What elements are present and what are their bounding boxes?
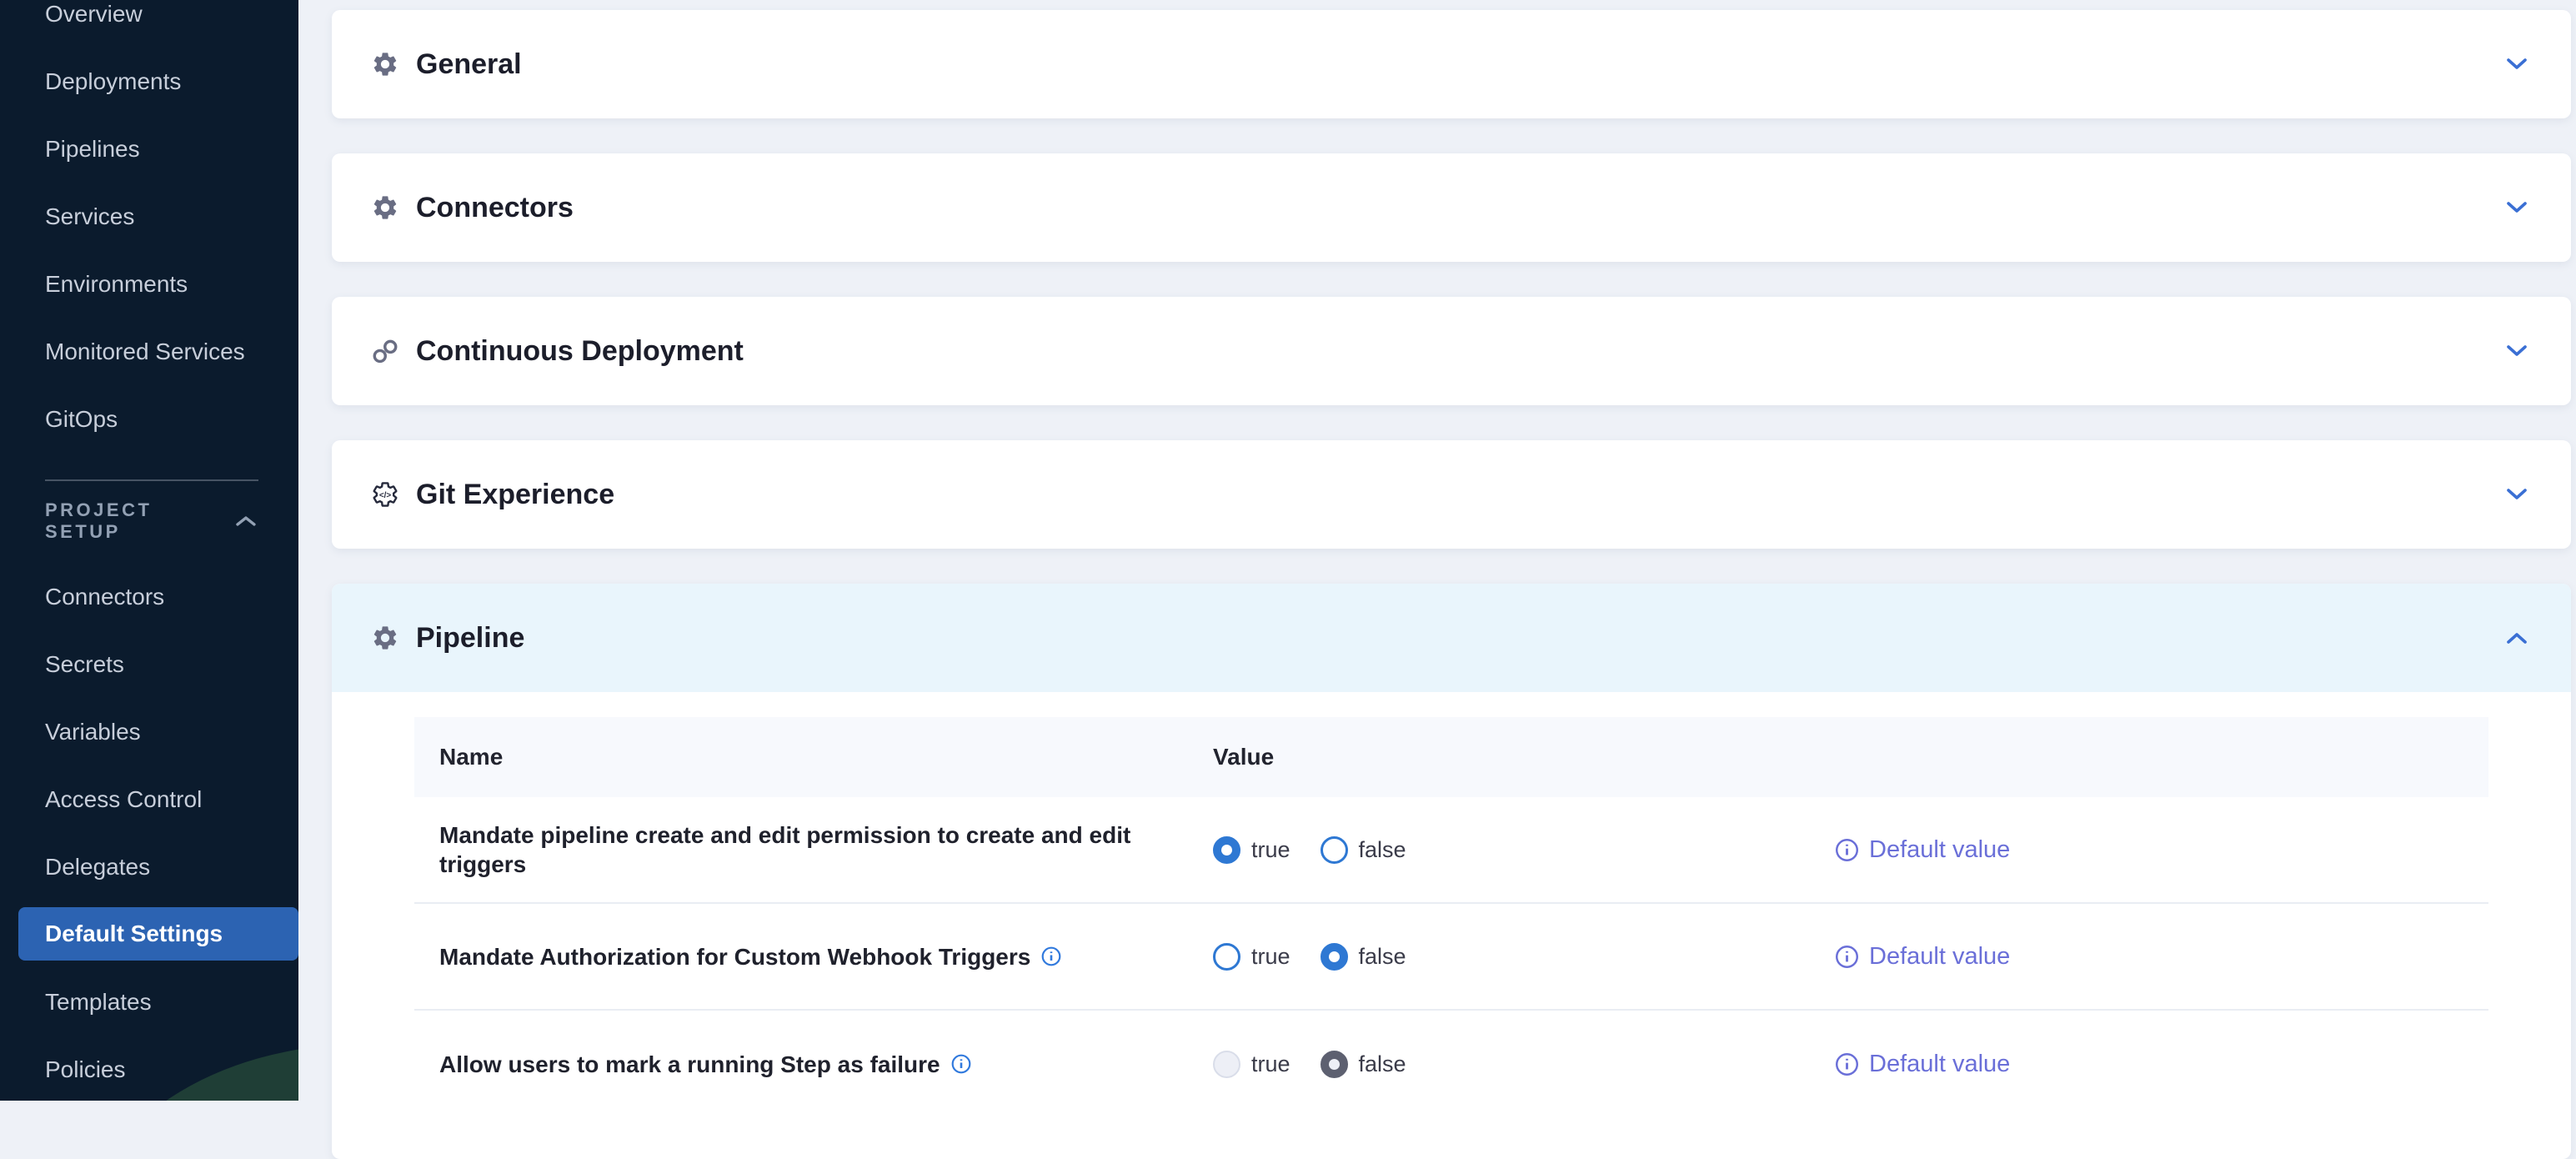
column-header-name: Name: [439, 744, 1213, 770]
chevron-up-icon[interactable]: [2506, 631, 2528, 645]
section-title: Pipeline: [416, 622, 524, 655]
sidebar-top-nav: Overview Deployments Pipelines Services …: [0, 0, 298, 453]
info-icon: [1834, 944, 1860, 970]
radio-true-label: true: [1251, 944, 1291, 970]
sidebar-item-variables[interactable]: Variables: [0, 698, 298, 765]
project-setup-group-toggle[interactable]: PROJECT SETUP: [0, 501, 298, 541]
sidebar-item-delegates[interactable]: Delegates: [0, 833, 298, 901]
radio-true-label: true: [1251, 837, 1291, 863]
default-value-text: Default value: [1869, 1051, 2010, 1078]
radio-true[interactable]: [1213, 1051, 1240, 1078]
pipeline-settings-table: Name Value Mandate pipeline create and e…: [414, 717, 2488, 1117]
radio-false-label: false: [1359, 944, 1406, 970]
sidebar-item-templates[interactable]: Templates: [0, 968, 298, 1036]
table-header-row: Name Value: [414, 717, 2488, 797]
info-icon[interactable]: [950, 1053, 972, 1075]
section-git-experience-header[interactable]: </> Git Experience: [332, 440, 2571, 549]
section-continuous-deployment: Continuous Deployment: [332, 297, 2571, 405]
gear-icon: [371, 50, 399, 78]
radio-group: true false: [1213, 1051, 1834, 1078]
setting-name: Allow users to mark a running Step as fa…: [439, 1050, 940, 1079]
sidebar-item-gitops[interactable]: GitOps: [0, 385, 298, 453]
section-title: Git Experience: [416, 479, 614, 511]
sidebar-item-default-settings[interactable]: Default Settings: [18, 907, 298, 961]
default-value-text: Default value: [1869, 836, 2010, 864]
section-title: General: [416, 48, 522, 81]
setting-name: Mandate pipeline create and edit permiss…: [439, 820, 1188, 879]
table-row: Mandate pipeline create and edit permiss…: [414, 797, 2488, 904]
sidebar-item-overview[interactable]: Overview: [0, 0, 298, 48]
column-header-value: Value: [1213, 744, 2488, 770]
section-title: Connectors: [416, 192, 574, 224]
default-value-link[interactable]: Default value: [1834, 943, 2488, 971]
sidebar-item-access-control[interactable]: Access Control: [0, 765, 298, 833]
sidebar: Overview Deployments Pipelines Services …: [0, 0, 298, 1101]
section-pipeline: Pipeline Name Value Mandate pipeline cre…: [332, 584, 2571, 1159]
radio-false-label: false: [1359, 1051, 1406, 1077]
radio-false[interactable]: [1321, 1051, 1348, 1078]
table-row: Allow users to mark a running Step as fa…: [414, 1011, 2488, 1117]
default-value-link[interactable]: Default value: [1834, 836, 2488, 864]
section-connectors: Connectors: [332, 153, 2571, 262]
radio-group: true false: [1213, 836, 1834, 864]
sidebar-item-connectors[interactable]: Connectors: [0, 563, 298, 630]
sidebar-item-monitored-services[interactable]: Monitored Services: [0, 318, 298, 385]
svg-text:</>: </>: [379, 491, 392, 500]
sidebar-item-services[interactable]: Services: [0, 183, 298, 250]
section-continuous-deployment-header[interactable]: Continuous Deployment: [332, 297, 2571, 405]
chevron-down-icon[interactable]: [2506, 344, 2528, 358]
section-general-header[interactable]: General: [332, 10, 2571, 118]
sidebar-item-secrets[interactable]: Secrets: [0, 630, 298, 698]
gear-icon: [371, 624, 399, 652]
info-icon[interactable]: [1040, 946, 1062, 967]
chevron-down-icon[interactable]: [2506, 488, 2528, 501]
settings-main: General Connectors Continuous Deployment: [332, 0, 2571, 1159]
info-icon: [1834, 1051, 1860, 1077]
radio-true[interactable]: [1213, 836, 1240, 864]
section-git-experience: </> Git Experience: [332, 440, 2571, 549]
gear-icon: [371, 193, 399, 222]
sidebar-divider: [45, 479, 258, 481]
section-title: Continuous Deployment: [416, 335, 744, 368]
radio-false[interactable]: [1321, 943, 1348, 971]
sidebar-item-deployments[interactable]: Deployments: [0, 48, 298, 115]
radio-true[interactable]: [1213, 943, 1240, 971]
sidebar-item-environments[interactable]: Environments: [0, 250, 298, 318]
chevron-down-icon[interactable]: [2506, 201, 2528, 214]
setting-name: Mandate Authorization for Custom Webhook…: [439, 942, 1030, 971]
sidebar-setup-nav: Connectors Secrets Variables Access Cont…: [0, 563, 298, 1101]
radio-false[interactable]: [1321, 836, 1348, 864]
link-icon: [371, 337, 399, 365]
table-row: Mandate Authorization for Custom Webhook…: [414, 904, 2488, 1011]
radio-false-label: false: [1359, 837, 1406, 863]
radio-group: true false: [1213, 943, 1834, 971]
default-value-text: Default value: [1869, 943, 2010, 971]
section-pipeline-header[interactable]: Pipeline: [332, 584, 2571, 692]
info-icon: [1834, 837, 1860, 863]
project-setup-label: PROJECT SETUP: [45, 499, 235, 543]
chevron-down-icon[interactable]: [2506, 58, 2528, 71]
section-connectors-header[interactable]: Connectors: [332, 153, 2571, 262]
sidebar-item-pipelines[interactable]: Pipelines: [0, 115, 298, 183]
gear-code-icon: </>: [371, 480, 399, 509]
chevron-up-icon: [235, 514, 257, 528]
radio-true-label: true: [1251, 1051, 1291, 1077]
sidebar-item-policies[interactable]: Policies: [0, 1036, 298, 1101]
section-general: General: [332, 10, 2571, 118]
default-value-link[interactable]: Default value: [1834, 1051, 2488, 1078]
